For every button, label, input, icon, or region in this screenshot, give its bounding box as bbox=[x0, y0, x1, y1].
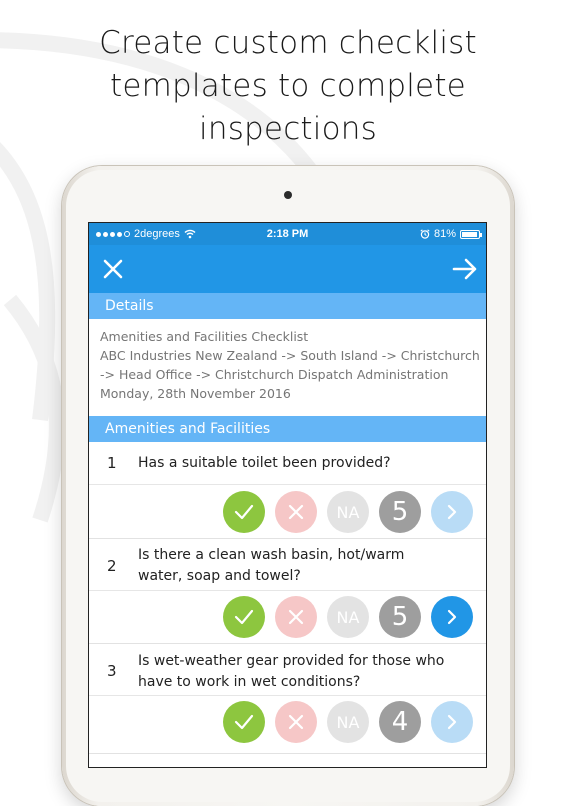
navigation-bar bbox=[89, 245, 486, 293]
question-text-line-2: have to work in wet conditions? bbox=[138, 674, 361, 690]
question-text-row: 2 Is there a clean wash basin, hot/warm … bbox=[89, 539, 486, 591]
question-number: 3 bbox=[107, 662, 117, 680]
location-path-line-1: ABC Industries New Zealand -> South Isla… bbox=[100, 348, 480, 363]
arrow-right-icon[interactable] bbox=[452, 257, 478, 281]
chevron-right-icon bbox=[447, 714, 457, 730]
answer-options: NA 5 bbox=[223, 596, 473, 638]
chevron-right-icon bbox=[447, 504, 457, 520]
answer-options: NA 5 bbox=[223, 491, 473, 533]
score-button[interactable]: 4 bbox=[379, 701, 421, 743]
cross-icon bbox=[288, 714, 304, 730]
battery-percent: 81% bbox=[433, 228, 456, 240]
question-number: 2 bbox=[107, 557, 117, 575]
headline: Create custom checklist templates to com… bbox=[0, 22, 576, 151]
yes-button[interactable] bbox=[223, 596, 265, 638]
question-text-row: 1 Has a suitable toilet been provided? bbox=[89, 442, 486, 485]
check-icon bbox=[234, 714, 254, 730]
camera-icon bbox=[284, 191, 292, 199]
question-next-button[interactable] bbox=[431, 596, 473, 638]
question-text-line-2: water, soap and towel? bbox=[138, 568, 301, 584]
headline-line-1: Create custom checklist bbox=[99, 25, 477, 61]
status-left: 2degrees bbox=[96, 223, 196, 245]
carrier-name: 2degrees bbox=[134, 228, 180, 240]
question-text: Has a suitable toilet been provided? bbox=[138, 453, 468, 474]
inspection-date: Monday, 28th November 2016 bbox=[100, 386, 291, 401]
no-button[interactable] bbox=[275, 701, 317, 743]
headline-line-2: templates to complete bbox=[110, 68, 466, 104]
question-item: 3 Is wet-weather gear provided for those… bbox=[89, 644, 486, 754]
alarm-icon bbox=[420, 229, 430, 239]
section-header: Amenities and Facilities bbox=[89, 416, 486, 442]
checklist-name: Amenities and Facilities Checklist bbox=[100, 329, 309, 344]
na-button[interactable]: NA bbox=[327, 491, 369, 533]
na-button[interactable]: NA bbox=[327, 596, 369, 638]
status-bar: 2:18 PM 2degrees 81% bbox=[89, 223, 486, 245]
question-number: 1 bbox=[107, 454, 117, 472]
answer-options: NA 4 bbox=[223, 701, 473, 743]
question-text: Is wet-weather gear provided for those w… bbox=[138, 651, 468, 693]
headline-line-3: inspections bbox=[199, 111, 377, 147]
app-screen: 2:18 PM 2degrees 81% Details Amenities a… bbox=[88, 222, 487, 768]
cross-icon bbox=[288, 504, 304, 520]
details-header: Details bbox=[89, 293, 486, 319]
yes-button[interactable] bbox=[223, 491, 265, 533]
question-item: 1 Has a suitable toilet been provided? N… bbox=[89, 442, 486, 539]
location-path-line-2: -> Head Office -> Christchurch Dispatch … bbox=[100, 367, 449, 382]
battery-icon bbox=[460, 229, 482, 239]
question-text: Is there a clean wash basin, hot/warm wa… bbox=[138, 545, 468, 587]
no-button[interactable] bbox=[275, 491, 317, 533]
question-text-line-1: Is wet-weather gear provided for those w… bbox=[138, 653, 445, 669]
wifi-icon bbox=[184, 229, 196, 239]
check-icon bbox=[234, 609, 254, 625]
yes-button[interactable] bbox=[223, 701, 265, 743]
chevron-right-icon bbox=[447, 609, 457, 625]
score-button[interactable]: 5 bbox=[379, 491, 421, 533]
question-text-line-1: Is there a clean wash basin, hot/warm bbox=[138, 547, 405, 563]
question-next-button[interactable] bbox=[431, 701, 473, 743]
score-button[interactable]: 5 bbox=[379, 596, 421, 638]
question-next-button[interactable] bbox=[431, 491, 473, 533]
question-text-line-1: Has a suitable toilet been provided? bbox=[138, 455, 391, 471]
question-item: 2 Is there a clean wash basin, hot/warm … bbox=[89, 539, 486, 644]
details-block: Amenities and Facilities Checklist ABC I… bbox=[100, 327, 480, 403]
check-icon bbox=[234, 504, 254, 520]
no-button[interactable] bbox=[275, 596, 317, 638]
close-icon[interactable] bbox=[101, 257, 125, 281]
status-right: 81% bbox=[420, 223, 482, 245]
na-button[interactable]: NA bbox=[327, 701, 369, 743]
signal-icon bbox=[96, 231, 130, 237]
question-text-row: 3 Is wet-weather gear provided for those… bbox=[89, 644, 486, 696]
cross-icon bbox=[288, 609, 304, 625]
